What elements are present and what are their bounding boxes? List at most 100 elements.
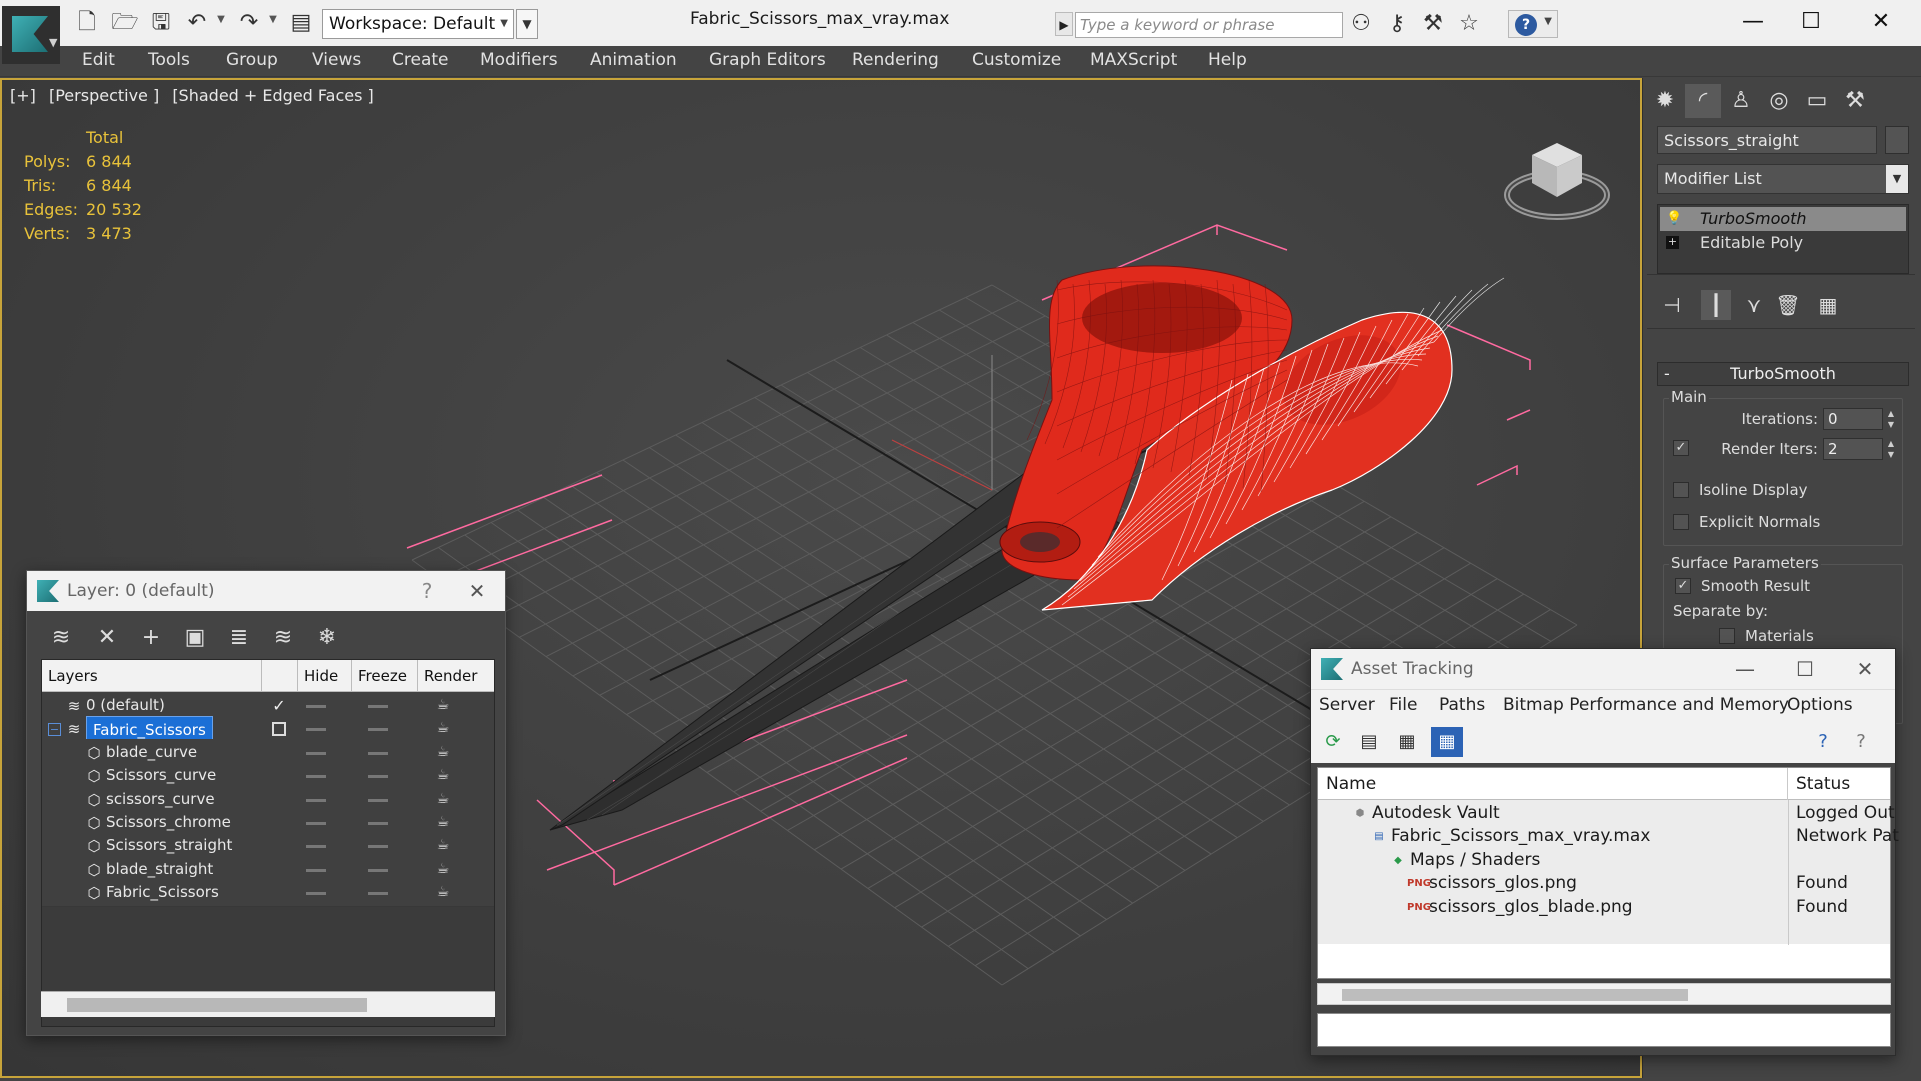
lightbulb-icon[interactable]: 💡 [1666,207,1682,231]
hide-toggle-icon[interactable] [306,775,326,779]
layer-name[interactable]: scissors_curve [106,790,215,808]
scrollbar-thumb[interactable] [67,998,367,1012]
freeze-toggle-icon[interactable] [368,868,388,872]
hide-toggle-icon[interactable] [306,751,326,755]
redo-icon[interactable]: ↷ [234,9,264,37]
column-render[interactable]: Render [418,660,494,692]
render-teapot-icon[interactable]: ☕ [434,862,452,876]
viewport-label-menu[interactable]: [+] [Perspective ] [Shaded + Edged Faces… [10,86,382,105]
close-icon[interactable]: ✕ [1845,649,1885,689]
select-objects-icon[interactable]: ▣ [177,621,213,655]
key-icon[interactable]: ⚷ [1382,10,1412,38]
render-teapot-icon[interactable]: ☕ [434,721,452,735]
menu-help[interactable]: Help [1208,50,1247,70]
create-layer-icon[interactable]: ≋ [43,621,79,655]
freeze-toggle-icon[interactable] [368,751,388,755]
layer-name[interactable]: Scissors_straight [106,836,232,854]
menu-views[interactable]: Views [312,50,361,70]
iterations-spinner[interactable] [1823,408,1883,430]
viewcube-icon[interactable] [1502,125,1612,225]
utilities-icon[interactable]: ⚒ [1837,84,1873,118]
search-input[interactable] [1075,12,1343,38]
smooth-result-checkbox[interactable]: ✓ [1675,578,1691,594]
hide-toggle-icon[interactable] [306,892,326,896]
refresh-icon[interactable]: ⟳ [1317,727,1349,757]
render-teapot-icon[interactable]: ☕ [434,815,452,829]
binoculars-icon[interactable]: ⚇ [1346,10,1376,38]
layer-name[interactable]: Scissors_curve [106,766,216,784]
hide-toggle-icon[interactable] [306,822,326,825]
object-color-swatch[interactable] [1885,126,1909,154]
render-teapot-icon[interactable]: ☕ [434,698,452,712]
menu-tools[interactable]: Tools [148,50,190,70]
render-teapot-icon[interactable]: ☕ [434,745,452,759]
column-layers[interactable]: Layers [42,660,262,692]
freeze-toggle-icon[interactable] [368,845,388,849]
help-icon[interactable]: ? [407,571,447,611]
configure-sets-icon[interactable]: ▦ [1813,290,1843,320]
save-icon[interactable]: 🖫 [146,9,176,37]
layer-name[interactable]: Fabric_Scissors [106,883,219,901]
context-help-icon[interactable]: ? [1845,727,1877,757]
freeze-toggle-icon[interactable] [368,798,388,802]
add-selection-icon[interactable]: + [133,621,169,655]
scrollbar-thumb[interactable] [1342,989,1688,1001]
stack-item-editable-poly[interactable]: + Editable Poly [1660,231,1906,255]
wrench-icon[interactable]: ⚒ [1418,10,1448,38]
menu-bitmap-performance[interactable]: Bitmap Performance and Memory [1503,695,1789,715]
render-teapot-icon[interactable]: ☕ [434,792,452,806]
render-teapot-icon[interactable]: ☕ [434,838,452,852]
create-icon[interactable]: ✹ [1647,84,1683,118]
remove-modifier-icon[interactable]: 🗑 [1773,290,1803,320]
star-icon[interactable]: ☆ [1454,10,1484,38]
menu-server[interactable]: Server [1319,695,1375,715]
menu-edit[interactable]: Edit [82,50,115,70]
menu-file[interactable]: File [1389,695,1417,715]
layer-name[interactable]: blade_straight [106,860,213,878]
highlight-layer-icon[interactable]: ≣ [221,621,257,655]
thumbnail-view-icon[interactable]: ▦ [1391,727,1423,757]
hide-toggle-icon[interactable] [306,705,326,708]
hide-toggle-icon[interactable] [306,798,326,802]
isoline-display-checkbox[interactable] [1673,482,1689,498]
maximize-icon[interactable]: ☐ [1785,649,1825,689]
search-expand-icon[interactable]: ▶ [1055,12,1073,36]
render-teapot-icon[interactable]: ☕ [434,768,452,782]
menu-graph-editors[interactable]: Graph Editors [709,50,826,70]
render-teapot-icon[interactable]: ☕ [434,885,452,899]
menu-group[interactable]: Group [226,50,278,70]
freeze-toggle-icon[interactable] [368,728,388,732]
hide-toggle-icon[interactable] [306,728,326,732]
object-name-field[interactable] [1657,126,1877,154]
hide-toggle-icon[interactable] [306,845,326,849]
make-unique-icon[interactable]: ⋎ [1739,290,1769,320]
explicit-normals-checkbox[interactable] [1673,514,1689,530]
spinner-arrows-icon[interactable]: ▲ ▼ [1885,438,1897,460]
freeze-toggle-icon[interactable] [368,705,388,708]
modify-icon[interactable]: ◜ [1685,84,1721,118]
menu-paths[interactable]: Paths [1439,695,1485,715]
viewport-shading-menu[interactable]: [Shaded + Edged Faces ] [172,86,373,105]
expand-icon[interactable]: + [1666,236,1679,249]
freeze-all-layers-icon[interactable]: ❄ [309,621,345,655]
workspace-options-icon[interactable]: ▼ [516,9,538,39]
modifier-list-dropdown[interactable]: Modifier List ▼ [1657,164,1909,194]
undo-dropdown-icon[interactable]: ▼ [214,14,228,25]
minimize-icon[interactable]: — [1725,649,1765,689]
display-icon[interactable]: ▭ [1799,84,1835,118]
new-file-icon[interactable]: 🗋 [72,9,102,37]
layer-dialog-titlebar[interactable]: Layer: 0 (default) ? ✕ [27,571,505,611]
asset-dialog-titlebar[interactable]: Asset Tracking — ☐ ✕ [1311,649,1895,689]
open-file-icon[interactable]: 🗁 [110,9,140,37]
close-icon[interactable]: ✕ [457,571,497,611]
render-iters-checkbox[interactable]: ✓ [1673,440,1689,456]
motion-icon[interactable]: ◎ [1761,84,1797,118]
layer-name[interactable]: 0 (default) [86,696,165,714]
stack-item-turbosmooth[interactable]: 💡 TurboSmooth [1660,207,1906,231]
redo-dropdown-icon[interactable]: ▼ [266,14,280,25]
menu-options[interactable]: Options [1787,695,1853,715]
menu-rendering[interactable]: Rendering [852,50,939,70]
close-icon[interactable]: ✕ [1846,4,1916,40]
app-menu-button[interactable]: ▼ [2,6,60,64]
hide-toggle-icon[interactable] [306,868,326,872]
